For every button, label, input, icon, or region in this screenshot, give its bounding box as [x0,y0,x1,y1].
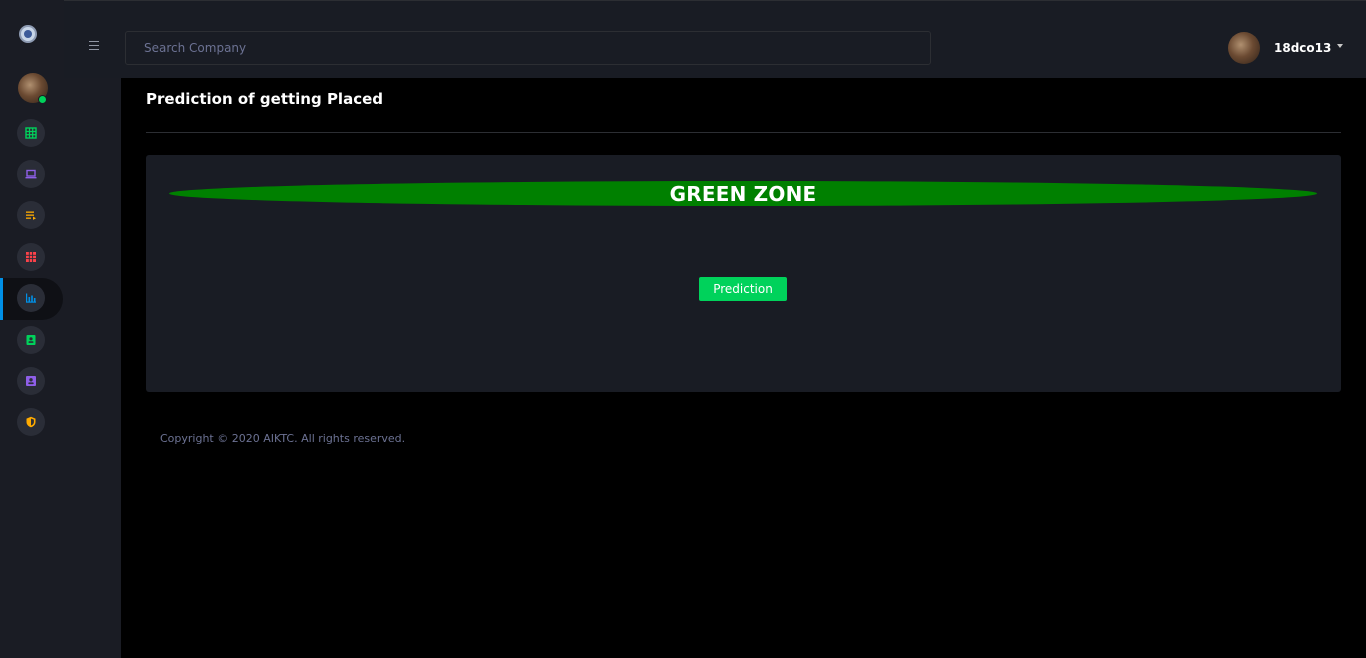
active-nav-indicator [0,278,3,320]
sidebar-nav [0,0,64,658]
menu-toggle-icon[interactable] [89,41,99,50]
page-title: Prediction of getting Placed [146,90,383,108]
table-icon [25,127,37,139]
account-box-icon [26,376,36,386]
sidebar-item-table[interactable] [17,119,45,147]
zone-label: GREEN ZONE [669,181,817,206]
top-navbar: 18dco13 [64,0,1366,78]
zone-banner: GREEN ZONE [169,181,1317,206]
chart-bar-icon [26,293,36,303]
avatar[interactable] [1228,32,1260,64]
sidebar-item-chart[interactable] [17,284,45,312]
sidebar-item-contacts[interactable] [17,326,45,354]
sidebar-item-table-large[interactable] [17,243,45,271]
laptop-icon [25,169,37,179]
search-input[interactable] [125,31,931,65]
profile-username[interactable]: 18dco13 [1274,41,1331,55]
security-icon [26,416,36,428]
profile-dropdown[interactable]: 18dco13 [1228,32,1344,64]
sidebar-item-security[interactable] [17,408,45,436]
divider [146,132,1341,133]
chevron-down-icon[interactable] [1337,44,1344,48]
sidebar-item-account[interactable] [17,367,45,395]
prediction-button[interactable]: Prediction [699,277,787,301]
playlist-icon [26,211,36,220]
online-status-icon [38,95,47,104]
footer-copyright: Copyright © 2020 AIKTC. All rights reser… [160,432,406,445]
contacts-icon [26,335,36,345]
sidebar-item-playlist[interactable] [17,201,45,229]
prediction-card: GREEN ZONE Prediction [146,155,1341,392]
sidebar [0,0,121,658]
sidebar-item-laptop[interactable] [17,160,45,188]
table-large-icon [26,252,36,262]
brand-logo-icon[interactable] [19,25,37,43]
